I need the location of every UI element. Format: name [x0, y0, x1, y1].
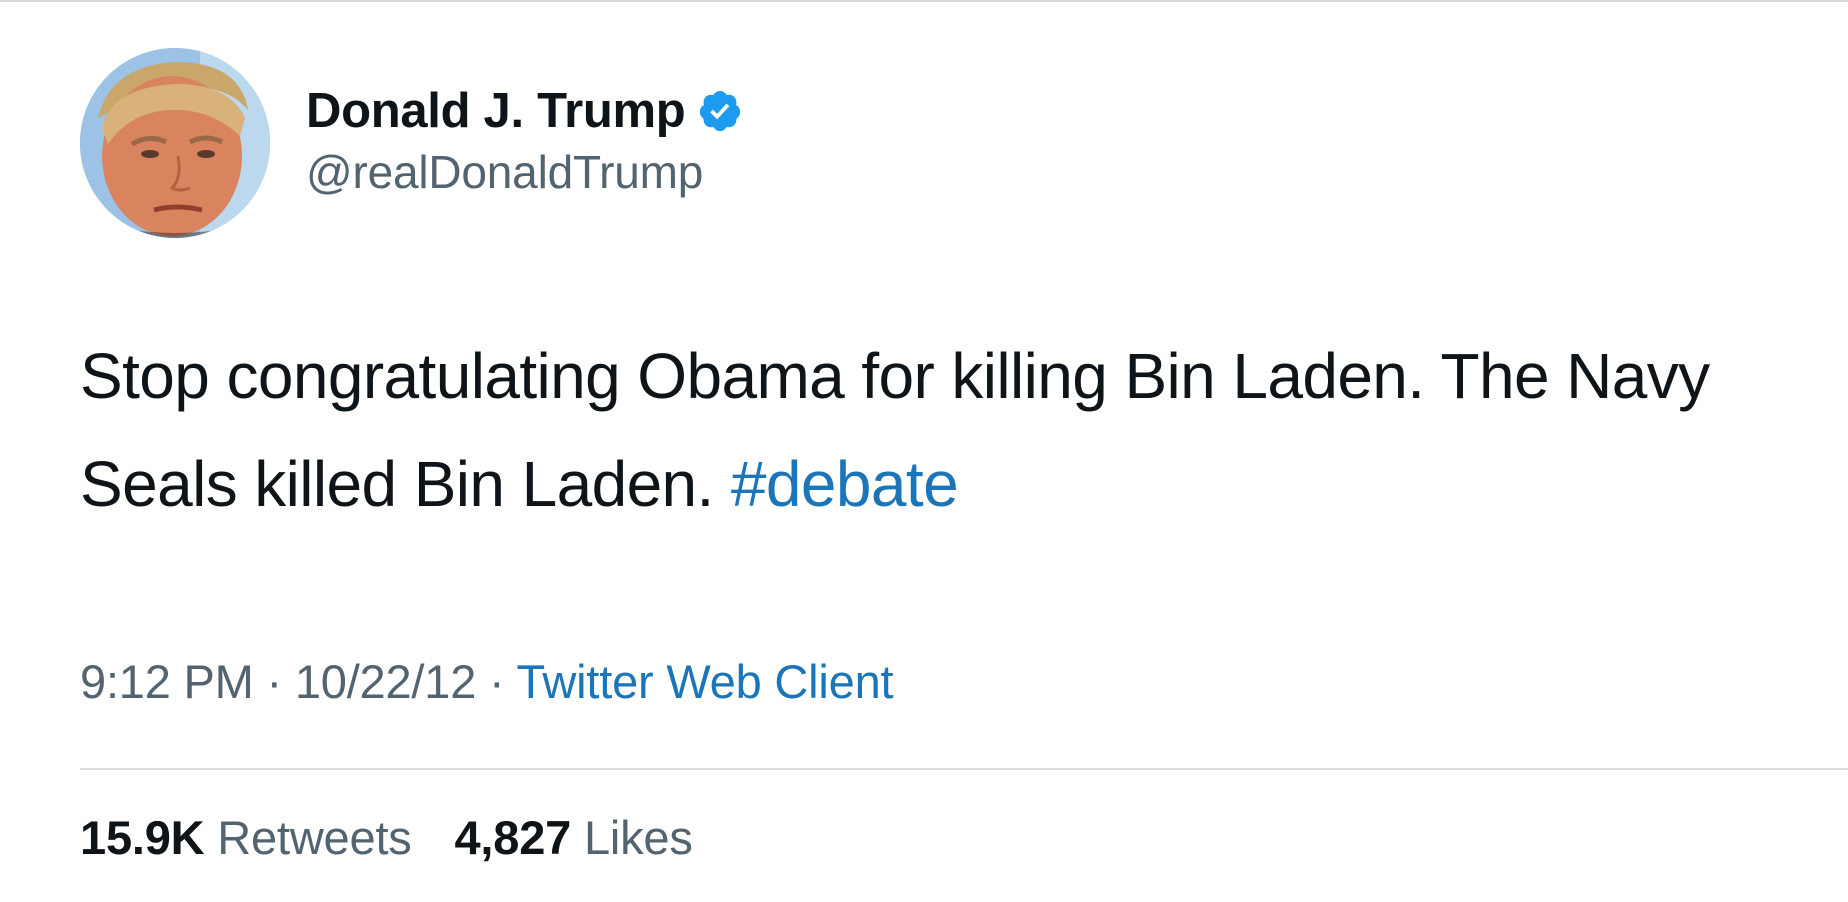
tweet-metadata: 9:12 PM · 10/22/12 · Twitter Web Client: [80, 654, 894, 709]
verified-badge-icon: [697, 88, 743, 134]
likes-stat[interactable]: 4,827 Likes: [454, 810, 692, 865]
author-display-name[interactable]: Donald J. Trump: [306, 83, 686, 139]
tweet-time[interactable]: 9:12 PM: [80, 655, 254, 708]
retweets-stat[interactable]: 15.9K Retweets: [80, 810, 412, 865]
likes-label: Likes: [583, 811, 693, 864]
meta-separator: ·: [266, 655, 283, 708]
author-identity: Donald J. Trump @realDonaldTrump: [306, 83, 743, 199]
tweet-header: Donald J. Trump @realDonaldTrump: [80, 48, 743, 238]
meta-separator: ·: [489, 655, 505, 708]
tweet-screenshot: Donald J. Trump @realDonaldTrump Stop co…: [0, 0, 1848, 902]
tweet-text: Stop congratulating Obama for killing Bi…: [80, 322, 1848, 538]
tweet-text-line-1: Stop congratulating Obama for killing Bi…: [80, 340, 1710, 412]
tweet-text-line-2: Seals killed Bin Laden. #debate: [80, 430, 1848, 538]
avatar-image: [80, 48, 270, 238]
name-row: Donald J. Trump: [306, 83, 743, 139]
tweet-stats: 15.9K Retweets 4,827 Likes: [80, 810, 693, 865]
retweets-label: Retweets: [217, 811, 412, 864]
tweet-text-line-2-content: Seals killed Bin Laden.: [80, 448, 714, 520]
author-handle[interactable]: @realDonaldTrump: [306, 145, 743, 199]
tweet-source-link[interactable]: Twitter Web Client: [517, 655, 894, 708]
retweets-count: 15.9K: [80, 811, 205, 864]
tweet-date[interactable]: 10/22/12: [295, 655, 477, 708]
hashtag-link[interactable]: #debate: [731, 448, 959, 520]
profile-avatar[interactable]: [80, 48, 270, 238]
likes-count: 4,827: [454, 811, 572, 864]
divider: [80, 768, 1848, 770]
